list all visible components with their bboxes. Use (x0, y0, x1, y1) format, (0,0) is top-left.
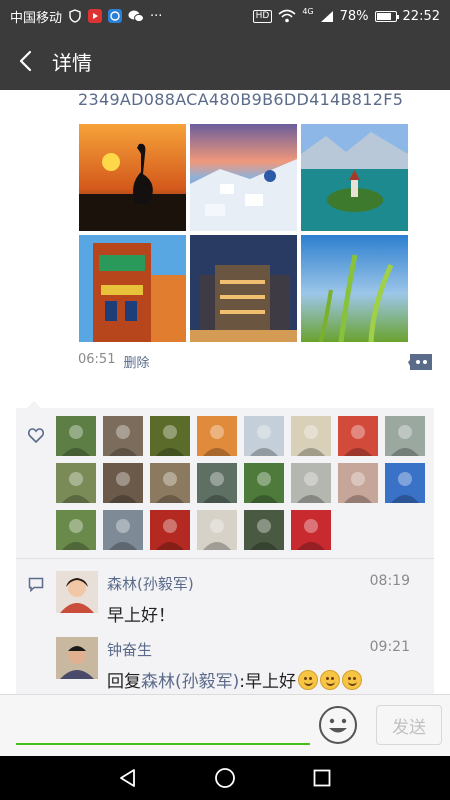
liker-avatar[interactable] (244, 510, 284, 550)
nav-recents-button[interactable] (302, 758, 342, 798)
post-time: 06:51 (78, 352, 116, 367)
post-text: 2349AD088ACA480B9B6DD414B812F5 (78, 90, 404, 109)
liker-avatar[interactable] (338, 416, 378, 456)
liker-avatar[interactable] (197, 510, 237, 550)
liker-avatar[interactable] (338, 463, 378, 503)
colorful-building-photo[interactable] (79, 235, 186, 342)
shield-notification-icon (68, 9, 82, 23)
comment-item[interactable]: 森林(孙毅军) 08:19 早上好！ (56, 571, 426, 627)
commenter-name[interactable]: 森林(孙毅军) (107, 573, 194, 594)
network-type-label: 4G (302, 6, 314, 16)
city-night-photo[interactable] (190, 235, 297, 342)
nav-back-icon (120, 769, 136, 787)
browser-notification-icon (108, 9, 123, 23)
liker-avatar[interactable] (56, 416, 96, 456)
status-bar: 中国移动 ··· HD 4G 78% 22:52 (0, 0, 450, 32)
nav-home-button[interactable] (205, 758, 245, 798)
liker-avatar[interactable] (103, 416, 143, 456)
comment-bubble-icon (28, 577, 44, 596)
liker-avatar[interactable] (150, 416, 190, 456)
delete-link[interactable]: 删除 (123, 352, 149, 371)
comment-time: 08:19 (369, 573, 410, 589)
comment-text: 回复森林(孙毅军):早上好 (107, 667, 362, 692)
battery-percent: 78% (339, 8, 369, 24)
liker-avatar[interactable] (291, 510, 331, 550)
santorini-photo[interactable] (190, 124, 297, 231)
hd-voice-badge: HD (252, 9, 273, 23)
liker-avatar[interactable] (197, 463, 237, 503)
heron-sunset-photo[interactable] (79, 124, 186, 231)
send-button[interactable]: 发送 (376, 705, 442, 745)
nav-home-icon (215, 768, 235, 788)
emoji-group (296, 670, 362, 692)
comment-time: 09:21 (369, 639, 410, 655)
lake-island-photo[interactable] (301, 124, 408, 231)
heart-icon (27, 428, 45, 447)
video-app-notification-icon (88, 9, 103, 23)
back-arrow-icon (19, 50, 32, 72)
back-button[interactable] (0, 32, 52, 90)
liker-avatar[interactable] (56, 463, 96, 503)
liker-avatar[interactable] (291, 463, 331, 503)
wechat-notification-icon (128, 9, 145, 23)
comments-panel: 森林(孙毅军) 08:19 早上好！ 钟奋生 09:21 回复森林(孙毅军):早… (16, 558, 434, 694)
page-title: 详情 (52, 50, 92, 75)
liker-avatar[interactable] (150, 463, 190, 503)
commenter-avatar[interactable] (56, 637, 98, 679)
reply-text: :早上好 (239, 672, 296, 692)
battery-level-fill (376, 12, 391, 20)
post-content[interactable]: 2349AD088ACA480B9B6DD414B812F5 06:51 删除 … (0, 90, 450, 694)
commenter-name[interactable]: 钟奋生 (107, 639, 152, 660)
smile-emoji-icon (342, 670, 362, 690)
liker-avatar[interactable] (291, 416, 331, 456)
liker-avatar[interactable] (103, 463, 143, 503)
nav-recents-icon (313, 769, 331, 787)
smile-emoji-icon (320, 670, 340, 690)
system-nav-bar (0, 756, 450, 800)
title-bar: 详情 (0, 32, 450, 90)
liker-avatar[interactable] (56, 510, 96, 550)
comment-input[interactable] (16, 705, 310, 745)
carrier-name: 中国移动 (10, 10, 63, 26)
wifi-icon (278, 9, 296, 23)
clock: 22:52 (402, 8, 440, 24)
liker-avatar[interactable] (244, 416, 284, 456)
post-meta: 06:51 删除 (78, 352, 149, 371)
liker-avatar[interactable] (197, 416, 237, 456)
moments-detail-screen: 中国移动 ··· HD 4G 78% 22:52 详情 2349AD088ACA… (0, 0, 450, 800)
comment-text: 早上好！ (107, 606, 175, 626)
comment-more-button[interactable] (408, 352, 434, 372)
nav-back-button[interactable] (108, 758, 148, 798)
smile-emoji-icon (298, 670, 318, 690)
liker-avatar[interactable] (103, 510, 143, 550)
signal-strength-icon (320, 10, 334, 23)
liker-avatar[interactable] (244, 463, 284, 503)
wheat-field-photo[interactable] (301, 235, 408, 342)
liker-avatar[interactable] (150, 510, 190, 550)
commenter-avatar[interactable] (56, 571, 98, 613)
comment-more-icon (408, 354, 432, 370)
more-notifications-indicator: ··· (150, 8, 163, 24)
battery-icon (374, 10, 399, 22)
reply-prefix: 回复 (107, 672, 141, 692)
reply-target-name[interactable]: 森林(孙毅军) (141, 672, 239, 692)
comment-input-bar: 发送 (0, 694, 450, 756)
liker-avatar[interactable] (385, 463, 425, 503)
likes-panel (16, 408, 434, 558)
emoji-smile-icon (319, 706, 357, 744)
comment-item[interactable]: 钟奋生 09:21 回复森林(孙毅军):早上好 (56, 637, 426, 693)
liker-avatar[interactable] (385, 416, 425, 456)
emoji-button[interactable] (318, 705, 358, 745)
